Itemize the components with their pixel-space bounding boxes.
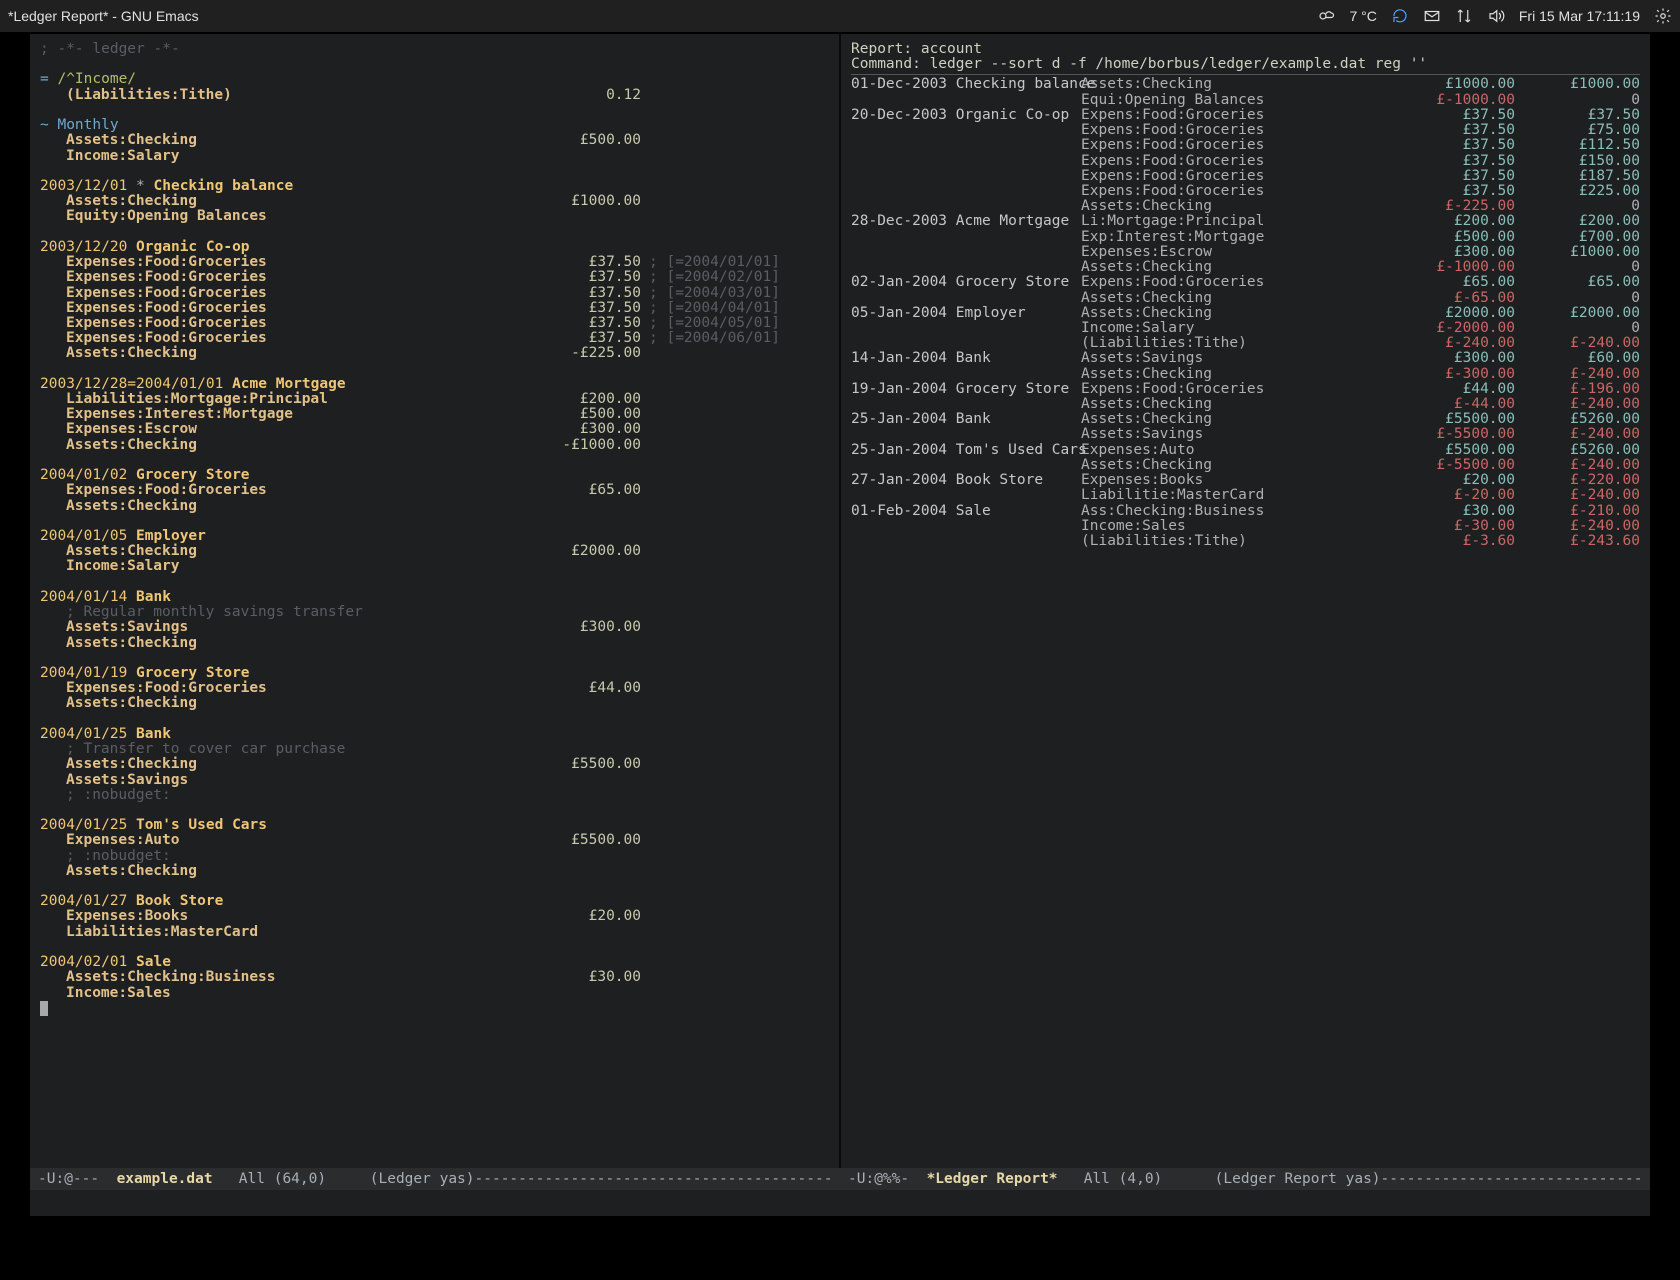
system-tray: 7 °C Fri 15 Mar 17:11:19 xyxy=(1317,7,1672,25)
modeline-fill: ----------------------------------------… xyxy=(1381,1171,1642,1187)
modeline-prefix: -U:@--- xyxy=(38,1171,117,1187)
modeline-prefix: -U:@%%- xyxy=(848,1171,927,1187)
weather-text: 7 °C xyxy=(1349,8,1376,24)
modeline-left[interactable]: -U:@--- example.dat All (64,0) (Ledger y… xyxy=(30,1168,840,1190)
desktop-panel: *Ledger Report* - GNU Emacs 7 °C Fri 15 … xyxy=(0,0,1680,32)
buffer-ledger-report[interactable]: Report: accountCommand: ledger --sort d … xyxy=(839,34,1650,1168)
volume-icon[interactable] xyxy=(1487,7,1505,25)
minibuffer[interactable] xyxy=(30,1190,1650,1216)
modeline-pos: All (4,0) xyxy=(1058,1171,1215,1187)
weather-icon[interactable] xyxy=(1317,7,1335,25)
modeline-mode: (Ledger Report yas) xyxy=(1215,1171,1381,1187)
clock: Fri 15 Mar 17:11:19 xyxy=(1519,8,1640,24)
network-icon[interactable] xyxy=(1455,7,1473,25)
modeline-mode: (Ledger yas) xyxy=(370,1171,475,1187)
modeline-pos: All (64,0) xyxy=(213,1171,370,1187)
refresh-icon[interactable] xyxy=(1391,7,1409,25)
modeline-bufname: *Ledger Report* xyxy=(927,1171,1058,1187)
modelines: -U:@--- example.dat All (64,0) (Ledger y… xyxy=(30,1168,1650,1190)
emacs-frame: ; -*- ledger -*- = /^Income/(Liabilities… xyxy=(30,34,1650,1216)
buffer-example-dat[interactable]: ; -*- ledger -*- = /^Income/(Liabilities… xyxy=(30,34,839,1168)
settings-icon[interactable] xyxy=(1654,7,1672,25)
window-title: *Ledger Report* - GNU Emacs xyxy=(8,8,199,24)
modeline-right[interactable]: -U:@%%- *Ledger Report* All (4,0) (Ledge… xyxy=(840,1168,1650,1190)
mail-icon[interactable] xyxy=(1423,7,1441,25)
modeline-bufname: example.dat xyxy=(117,1171,213,1187)
modeline-fill: ----------------------------------------… xyxy=(475,1171,832,1187)
